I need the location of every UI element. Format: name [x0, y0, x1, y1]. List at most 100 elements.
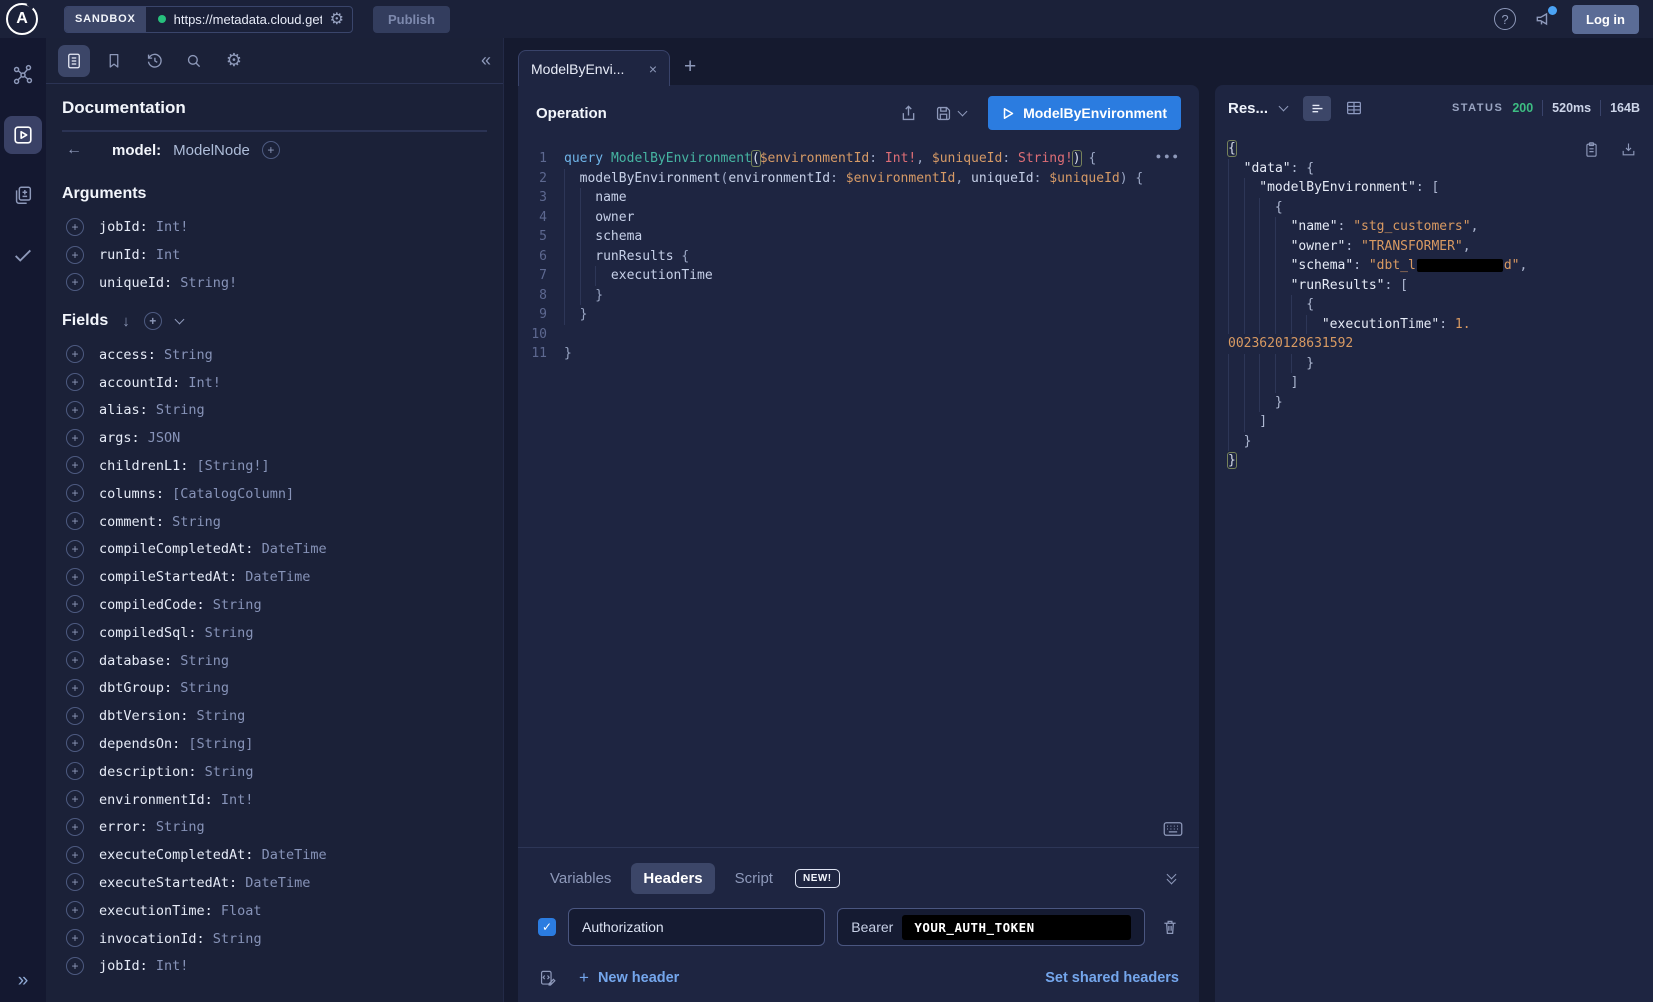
add-to-operation-icon[interactable]: + [66, 929, 84, 947]
operation-collections-icon[interactable] [4, 176, 42, 214]
add-to-operation-icon[interactable]: + [66, 568, 84, 586]
add-to-operation-icon[interactable]: + [66, 246, 84, 264]
doc-field-row[interactable]: +compiledSql: String [62, 618, 487, 646]
doc-field-row[interactable]: +dependsOn: [String] [62, 730, 487, 758]
doc-field-row[interactable]: +compileCompletedAt: DateTime [62, 535, 487, 563]
field-type[interactable]: String [172, 653, 229, 669]
checks-icon[interactable] [4, 236, 42, 274]
field-type[interactable]: String [197, 764, 254, 780]
doc-field-row[interactable]: +childrenL1: [String!] [62, 452, 487, 480]
field-type[interactable]: String! [172, 275, 237, 291]
announcements-icon[interactable] [1534, 9, 1554, 29]
add-to-operation-icon[interactable]: + [66, 762, 84, 780]
field-type[interactable]: String [205, 931, 262, 947]
add-to-operation-icon[interactable]: + [66, 873, 84, 891]
doc-field-row[interactable]: +compileStartedAt: DateTime [62, 563, 487, 591]
field-type[interactable]: [String] [180, 736, 253, 752]
share-operation-icon[interactable] [899, 104, 918, 123]
add-to-operation-icon[interactable]: + [66, 484, 84, 502]
tab-variables[interactable]: Variables [538, 863, 623, 894]
response-title[interactable]: Res... [1228, 100, 1268, 117]
header-enabled-checkbox[interactable]: ✓ [538, 918, 556, 936]
search-icon[interactable] [178, 45, 210, 77]
doc-field-row[interactable]: +invocationId: String [62, 924, 487, 952]
doc-field-row[interactable]: +executeCompletedAt: DateTime [62, 841, 487, 869]
header-value-input[interactable]: Bearer YOUR_AUTH_TOKEN [837, 908, 1145, 946]
collapse-sidebar-icon[interactable]: « [481, 50, 491, 71]
field-type[interactable]: String [156, 347, 213, 363]
publish-button[interactable]: Publish [373, 6, 450, 33]
doc-field-row[interactable]: +jobId: Int! [62, 952, 487, 980]
run-operation-button[interactable]: ModelByEnvironment [988, 96, 1181, 130]
doc-field-row[interactable]: +executionTime: Float [62, 896, 487, 924]
add-to-operation-icon[interactable]: + [66, 512, 84, 530]
doc-field-row[interactable]: +environmentId: Int! [62, 785, 487, 813]
add-to-operation-icon[interactable]: + [66, 957, 84, 975]
field-type[interactable]: String [164, 514, 221, 530]
add-to-operation-icon[interactable]: + [66, 679, 84, 697]
response-dropdown-chevron-icon[interactable] [1279, 102, 1289, 112]
operation-tab[interactable]: ModelByEnvi... × [518, 50, 670, 86]
copy-response-icon[interactable] [1583, 141, 1600, 158]
doc-field-row[interactable]: +description: String [62, 757, 487, 785]
graphql-editor[interactable]: ●●● 1query ModelByEnvironment($environme… [518, 141, 1199, 847]
add-to-operation-icon[interactable]: + [66, 218, 84, 236]
doc-field-row[interactable]: +error: String [62, 813, 487, 841]
field-type[interactable]: Int! [148, 958, 189, 974]
add-all-fields-icon[interactable]: + [144, 312, 162, 330]
doc-field-row[interactable]: +jobId: Int! [62, 213, 487, 241]
add-to-operation-icon[interactable]: + [66, 345, 84, 363]
add-to-operation-icon[interactable]: + [66, 901, 84, 919]
documentation-tab-icon[interactable] [58, 45, 90, 77]
field-type[interactable]: Int! [213, 792, 254, 808]
download-response-icon[interactable] [1620, 141, 1637, 158]
doc-field-row[interactable]: +access: String [62, 340, 487, 368]
add-to-operation-icon[interactable]: + [66, 846, 84, 864]
doc-field-row[interactable]: +args: JSON [62, 424, 487, 452]
add-to-operation-icon[interactable]: + [66, 651, 84, 669]
field-type[interactable]: DateTime [237, 875, 310, 891]
field-type[interactable]: String [205, 597, 262, 613]
doc-field-row[interactable]: +accountId: Int! [62, 368, 487, 396]
new-tab-icon[interactable]: + [684, 55, 696, 79]
add-to-operation-icon[interactable]: + [66, 623, 84, 641]
doc-field-row[interactable]: +comment: String [62, 507, 487, 535]
help-icon[interactable]: ? [1494, 8, 1516, 30]
field-type[interactable]: DateTime [253, 847, 326, 863]
settings-icon[interactable]: ⚙ [218, 45, 250, 77]
add-to-operation-icon[interactable]: + [66, 790, 84, 808]
add-field-icon[interactable]: + [262, 141, 280, 159]
endpoint-settings-icon[interactable]: ⚙ [330, 9, 344, 29]
field-type[interactable]: String [148, 819, 205, 835]
doc-field-row[interactable]: +alias: String [62, 396, 487, 424]
history-icon[interactable] [138, 45, 170, 77]
add-to-operation-icon[interactable]: + [66, 273, 84, 291]
field-type[interactable]: Int [148, 247, 181, 263]
add-to-operation-icon[interactable]: + [66, 456, 84, 474]
field-type[interactable]: Int! [148, 219, 189, 235]
add-to-operation-icon[interactable]: + [66, 401, 84, 419]
field-type[interactable]: DateTime [237, 569, 310, 585]
add-to-operation-icon[interactable]: + [66, 707, 84, 725]
field-type[interactable]: [CatalogColumn] [164, 486, 294, 502]
field-type[interactable]: String [148, 402, 205, 418]
login-button[interactable]: Log in [1572, 5, 1639, 34]
doc-field-row[interactable]: +columns: [CatalogColumn] [62, 479, 487, 507]
add-to-operation-icon[interactable]: + [66, 540, 84, 558]
field-type[interactable]: JSON [140, 430, 181, 446]
endpoint-url-field[interactable]: https://metadata.cloud.get ⚙ [146, 7, 352, 32]
field-type[interactable]: String [172, 680, 229, 696]
field-type[interactable]: [String!] [188, 458, 269, 474]
doc-field-row[interactable]: +database: String [62, 646, 487, 674]
bookmarks-icon[interactable] [98, 45, 130, 77]
env-script-icon[interactable] [538, 969, 557, 988]
fields-options-chevron-icon[interactable] [174, 315, 184, 325]
add-to-operation-icon[interactable]: + [66, 734, 84, 752]
keyboard-shortcuts-icon[interactable] [1163, 821, 1183, 837]
back-arrow-icon[interactable]: ← [66, 141, 82, 159]
save-operation-group[interactable] [934, 104, 966, 123]
breadcrumb-type-name[interactable]: ModelNode [173, 142, 250, 159]
doc-field-row[interactable]: +dbtVersion: String [62, 702, 487, 730]
collapse-panel-icon[interactable] [1168, 874, 1179, 883]
close-tab-icon[interactable]: × [649, 61, 657, 77]
